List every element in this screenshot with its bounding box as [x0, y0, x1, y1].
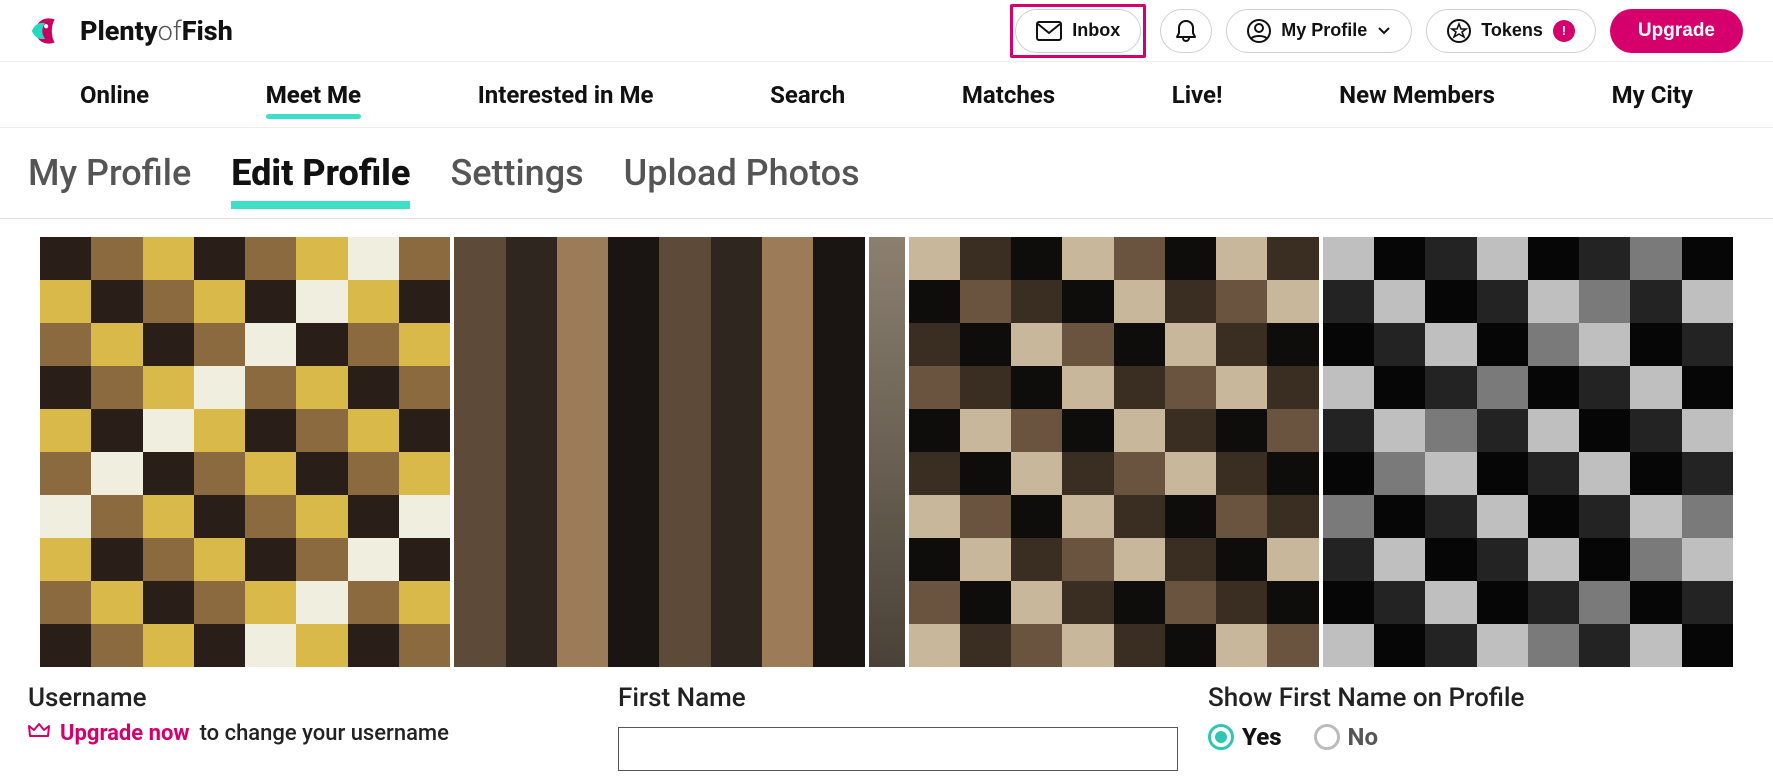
tab-upload-photos[interactable]: Upload Photos — [624, 152, 860, 208]
nav-live[interactable]: Live! — [1172, 65, 1223, 125]
star-badge-icon — [1447, 19, 1471, 43]
show-first-name-radios: Yes No — [1208, 723, 1745, 751]
blurred-photo — [454, 237, 864, 667]
blurred-photo — [909, 237, 1319, 667]
photo-tile[interactable] — [909, 237, 1319, 667]
tab-my-profile[interactable]: My Profile — [28, 152, 191, 208]
tokens-alert-badge: ! — [1553, 20, 1575, 42]
logo-icon — [30, 12, 68, 50]
inbox-highlight-box: Inbox — [1010, 4, 1146, 58]
blurred-photo — [40, 237, 450, 667]
nav-search[interactable]: Search — [770, 65, 845, 125]
photo-tile[interactable] — [1323, 237, 1733, 667]
inbox-label: Inbox — [1072, 20, 1120, 41]
chevron-down-icon — [1377, 26, 1391, 36]
bell-icon — [1175, 19, 1197, 43]
profile-icon — [1247, 19, 1271, 43]
tab-edit-profile[interactable]: Edit Profile — [231, 152, 410, 208]
nav-meet-me[interactable]: Meet Me — [266, 65, 361, 125]
nav-matches[interactable]: Matches — [962, 65, 1055, 125]
blurred-photo — [1323, 237, 1733, 667]
photo-tile[interactable] — [40, 237, 450, 667]
upgrade-rest-text: to change your username — [200, 721, 449, 746]
upgrade-now-link[interactable]: Upgrade now — [60, 721, 190, 746]
tokens-label: Tokens — [1481, 20, 1543, 41]
radio-no[interactable]: No — [1314, 723, 1378, 751]
profile-sub-tabs: My Profile Edit Profile Settings Upload … — [0, 128, 1773, 219]
nav-my-city[interactable]: My City — [1612, 65, 1693, 125]
nav-interested[interactable]: Interested in Me — [478, 65, 654, 125]
profile-photo-strip — [40, 237, 1733, 667]
my-profile-button[interactable]: My Profile — [1226, 9, 1412, 53]
crown-icon — [28, 721, 50, 746]
radio-circle-icon — [1314, 724, 1340, 750]
inbox-button[interactable]: Inbox — [1015, 9, 1141, 53]
username-field-group: Username Upgrade now to change your user… — [28, 683, 588, 771]
radio-yes[interactable]: Yes — [1208, 723, 1282, 751]
first-name-label: First Name — [618, 683, 1178, 713]
photo-tile[interactable] — [869, 237, 905, 667]
nav-online[interactable]: Online — [80, 65, 149, 125]
radio-no-label: No — [1348, 723, 1378, 751]
photo-tile[interactable] — [454, 237, 864, 667]
username-upgrade-line: Upgrade now to change your username — [28, 721, 588, 746]
logo[interactable]: PlentyofFish — [30, 12, 233, 50]
tab-settings[interactable]: Settings — [450, 152, 583, 208]
upgrade-button[interactable]: Upgrade — [1610, 9, 1743, 53]
username-label: Username — [28, 683, 588, 713]
logo-text: PlentyofFish — [80, 15, 233, 47]
first-name-field-group: First Name — [618, 683, 1178, 771]
edit-profile-form: Username Upgrade now to change your user… — [0, 683, 1773, 771]
top-bar: PlentyofFish Inbox — [0, 0, 1773, 62]
mail-icon — [1036, 21, 1062, 41]
show-first-name-label: Show First Name on Profile — [1208, 683, 1745, 713]
first-name-input[interactable] — [618, 727, 1178, 771]
notifications-button[interactable] — [1160, 9, 1212, 53]
radio-yes-label: Yes — [1242, 723, 1282, 751]
my-profile-label: My Profile — [1281, 20, 1367, 41]
nav-new-members[interactable]: New Members — [1339, 65, 1495, 125]
tokens-button[interactable]: Tokens ! — [1426, 9, 1596, 53]
top-right-controls: Inbox My Profile — [1010, 4, 1743, 58]
radio-circle-icon — [1208, 724, 1234, 750]
main-nav: Online Meet Me Interested in Me Search M… — [0, 62, 1773, 128]
show-first-name-group: Show First Name on Profile Yes No — [1208, 683, 1745, 771]
